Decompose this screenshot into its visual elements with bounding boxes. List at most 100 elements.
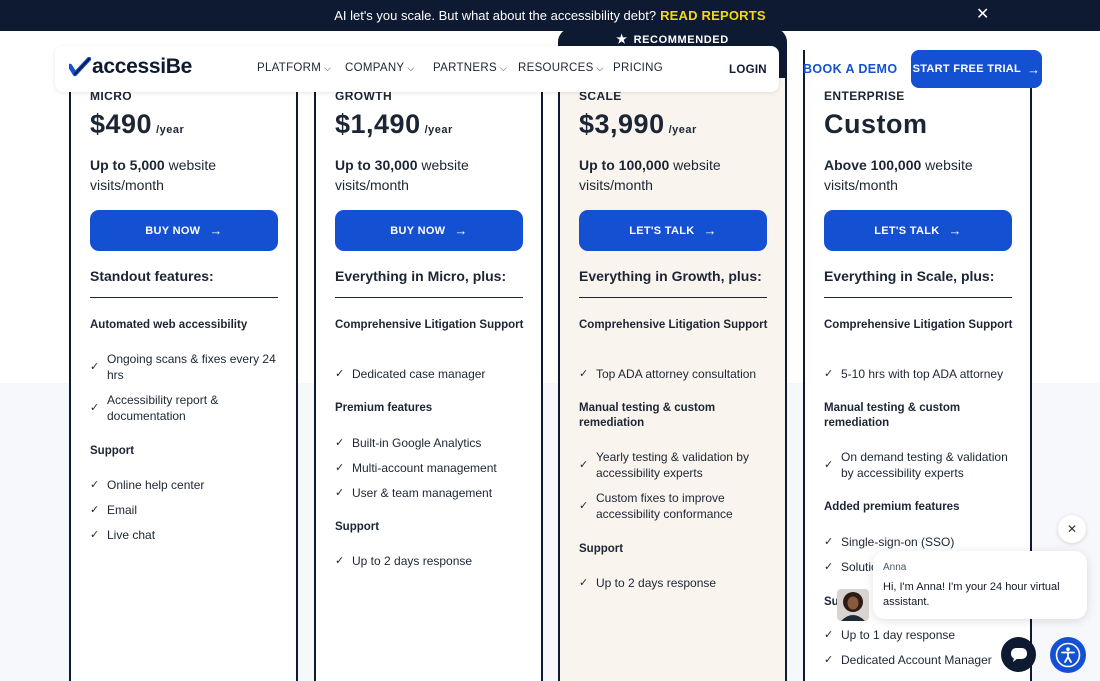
arrow-right-icon: → xyxy=(1027,61,1041,77)
check-icon: ✓ xyxy=(579,500,589,512)
accessibe-logo[interactable]: accessiBe xyxy=(69,55,192,79)
check-icon: ✓ xyxy=(335,462,345,474)
banner-text: AI let's you scale. But what about the a… xyxy=(334,8,657,23)
check-icon: ✓ xyxy=(90,504,100,516)
close-icon[interactable]: ✕ xyxy=(976,7,989,23)
feature-item: ✓ Built-in Google Analytics xyxy=(335,435,530,451)
plan-price: Custom xyxy=(824,109,932,140)
chevron-down-icon: ⌵ xyxy=(324,63,332,73)
nav-item-partners[interactable]: PARTNERS ⌵ xyxy=(433,62,507,74)
section-title: Support xyxy=(90,445,135,457)
visits-amount: Up to 5,000 xyxy=(90,157,165,173)
check-icon: ✓ xyxy=(335,368,345,380)
arrow-right-icon: → xyxy=(209,223,223,238)
chevron-down-icon: ⌵ xyxy=(407,63,415,73)
nav-label: PARTNERS xyxy=(433,62,497,74)
plan-card-scale: SCALE $3,990/year Up to 100,000 website … xyxy=(558,50,787,681)
chat-launcher-button[interactable] xyxy=(1001,637,1036,672)
check-icon: ✓ xyxy=(824,561,834,573)
feature-text: Dedicated Account Manager xyxy=(841,653,992,667)
price-period: /year xyxy=(156,124,185,136)
main-navbar: accessiBe PLATFORM ⌵ COMPANY ⌵ PARTNERS ⌵ R… xyxy=(55,46,779,92)
feature-item: ✓ 5-10 hrs with top ADA attorney xyxy=(824,366,1019,382)
accessibility-menu-button[interactable] xyxy=(1050,637,1086,673)
check-icon: ✓ xyxy=(824,654,834,666)
nav-item-resources[interactable]: RESOURCES ⌵ xyxy=(518,62,604,74)
check-icon: ✓ xyxy=(824,459,834,471)
feature-item: ✓ Up to 2 days response xyxy=(579,575,774,591)
features-heading: Standout features: xyxy=(90,268,214,284)
feature-text: Live chat xyxy=(107,528,156,542)
features-heading: Everything in Micro, plus: xyxy=(335,268,507,284)
feature-text: Custom fixes to improve accessibility co… xyxy=(596,491,733,521)
price-period: /year xyxy=(668,124,697,136)
avatar-image xyxy=(837,589,869,621)
arrow-right-icon: → xyxy=(454,223,468,238)
feature-item: ✓ Yearly testing & validation by accessib… xyxy=(579,449,774,481)
feature-text: Top ADA attorney consultation xyxy=(596,367,757,381)
plan-visits: Up to 100,000 website visits/month xyxy=(579,155,774,195)
chat-icon xyxy=(1010,647,1027,662)
features-heading: Everything in Growth, plus: xyxy=(579,268,762,284)
nav-item-company[interactable]: COMPANY ⌵ xyxy=(345,62,415,74)
check-icon: ✓ xyxy=(90,479,100,491)
feature-item: ✓ Custom fixes to improve accessibility c… xyxy=(579,490,774,522)
check-icon: ✓ xyxy=(824,368,834,380)
visits-amount: Up to 30,000 xyxy=(335,157,418,173)
arrow-right-icon: → xyxy=(703,223,717,238)
price-value: Custom xyxy=(824,109,928,139)
lets-talk-button[interactable]: LET'S TALK → xyxy=(579,210,767,251)
section-title: Added premium features xyxy=(824,501,960,513)
button-label: LET'S TALK xyxy=(874,224,940,237)
button-label: LET'S TALK xyxy=(629,224,695,237)
feature-item: ✓ Multi-account management xyxy=(335,460,530,476)
chat-close-icon[interactable]: ✕ xyxy=(1058,515,1086,543)
price-value: $1,490 xyxy=(335,109,421,139)
feature-item: ✓ Dedicated Account Manager xyxy=(824,652,1019,668)
nav-item-pricing[interactable]: PRICING xyxy=(613,62,663,74)
feature-item: ✓ Accessibility report & documentation xyxy=(90,392,285,424)
login-link[interactable]: LOGIN xyxy=(729,64,767,76)
feature-item: ✓ Up to 1 day response xyxy=(824,627,1019,643)
agent-avatar xyxy=(837,589,869,621)
plan-visits: Above 100,000 website visits/month xyxy=(824,155,1019,195)
feature-text: Email xyxy=(107,503,138,517)
button-label: BUY NOW xyxy=(390,224,446,237)
check-icon: ✓ xyxy=(335,437,345,449)
plan-visits: Up to 5,000 website visits/month xyxy=(90,155,285,195)
buy-now-button[interactable]: BUY NOW → xyxy=(90,210,278,251)
feature-item: ✓ Single-sign-on (SSO) xyxy=(824,534,1019,550)
start-free-trial-button[interactable]: START FREE TRIAL → xyxy=(911,50,1042,88)
button-label: START FREE TRIAL xyxy=(912,63,1022,75)
nav-label: PRICING xyxy=(613,62,664,74)
accessibility-icon xyxy=(1055,642,1081,668)
visits-amount: Up to 100,000 xyxy=(579,157,670,173)
check-icon: ✓ xyxy=(824,629,834,641)
feature-text: Accessibility report & documentation xyxy=(107,393,219,423)
check-icon: ✓ xyxy=(335,487,345,499)
price-value: $490 xyxy=(90,109,153,139)
section-title: Comprehensive Litigation Support xyxy=(579,319,768,331)
feature-text: User & team management xyxy=(352,486,493,500)
arrow-right-icon: → xyxy=(948,223,962,238)
feature-text: Yearly testing & validation by accessibi… xyxy=(596,450,749,480)
feature-text: Built-in Google Analytics xyxy=(352,436,482,450)
section-title: Manual testing & custom remediation xyxy=(824,402,961,429)
check-icon: ✓ xyxy=(579,368,589,380)
feature-item: ✓ Online help center xyxy=(90,477,285,493)
book-demo-link[interactable]: BOOK A DEMO xyxy=(803,62,897,76)
plan-visits: Up to 30,000 website visits/month xyxy=(335,155,530,195)
check-icon: ✓ xyxy=(90,402,100,414)
read-reports-link[interactable]: READ REPORTS xyxy=(660,8,766,23)
nav-item-platform[interactable]: PLATFORM ⌵ xyxy=(257,62,331,74)
announcement-banner: AI let's you scale. But what about the a… xyxy=(0,0,1100,31)
star-icon: ★ xyxy=(616,32,628,46)
buy-now-button[interactable]: BUY NOW → xyxy=(335,210,523,251)
feature-item: ✓ User & team management xyxy=(335,485,530,501)
feature-item: ✓ Email xyxy=(90,502,285,518)
plan-price: $490/year xyxy=(90,109,184,140)
lets-talk-button[interactable]: LET'S TALK → xyxy=(824,210,1012,251)
price-value: $3,990 xyxy=(579,109,665,139)
chat-message: Hi, I'm Anna! I'm your 24 hour virtual a… xyxy=(883,581,1060,608)
section-title: Comprehensive Litigation Support xyxy=(824,319,1013,331)
